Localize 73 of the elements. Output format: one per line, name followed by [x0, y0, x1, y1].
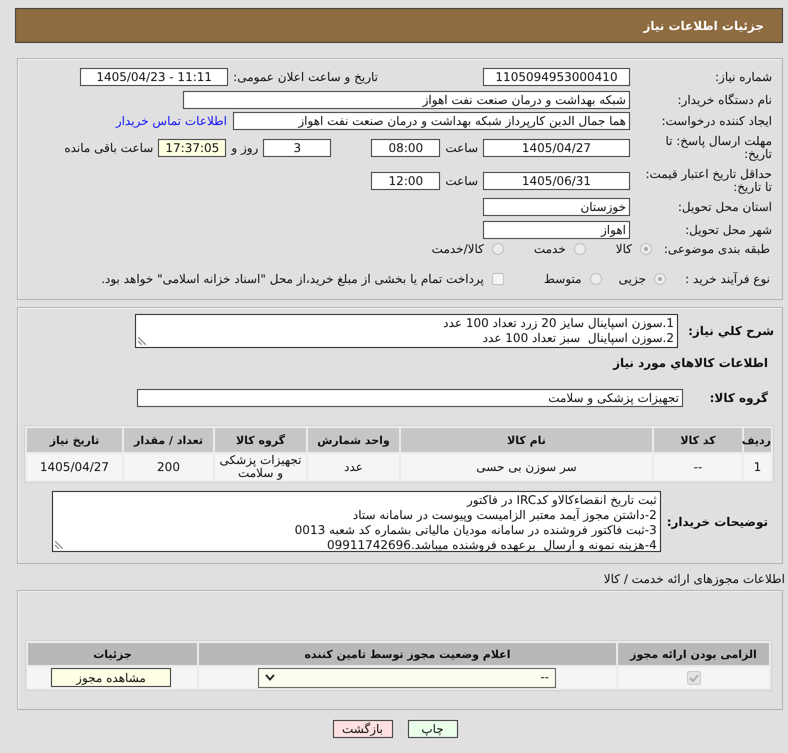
city-field[interactable]: اهواز — [483, 221, 630, 239]
field-label: ساعت — [445, 174, 478, 188]
view-permit-button[interactable]: مشاهده مجوز — [51, 668, 171, 687]
field-label: نام دستگاه خریدار: — [676, 93, 773, 107]
field-label: ایجاد کننده درخواست: — [660, 114, 773, 128]
field-label: مهلت ارسال پاسخ: تا تاریخ: — [664, 135, 773, 161]
resize-handle-icon[interactable] — [138, 337, 146, 345]
radio-button[interactable] — [492, 243, 504, 255]
print-button[interactable]: چاپ — [408, 720, 458, 738]
field-label: شماره نیاز: — [714, 70, 773, 84]
radio-label: کالا/خدمت — [432, 242, 484, 256]
need-number-field[interactable]: 1105094953000410 — [483, 68, 630, 86]
description-field[interactable]: 1.سوزن اسپاینال سایز 20 زرد تعداد 100 عدد 2.سوزن اسپاینال سبز تعداد 100 عدد — [135, 314, 678, 348]
table-cell: 200 — [124, 454, 213, 480]
table-cell: تجهیزات پزشکی و سلامت — [215, 454, 306, 480]
column-header: گروه کالا — [215, 428, 306, 452]
field-label: شهر محل تحویل: — [684, 223, 773, 237]
deadline-time-field[interactable]: 08:00 — [371, 139, 440, 157]
section-title: اطلاعات مجوزهای ارائه خدمت / کالا — [604, 572, 785, 586]
field-label: شرح کلي نياز: — [687, 324, 775, 338]
remaining-time-field[interactable]: 17:37:05 — [158, 139, 226, 157]
validity-date-field[interactable]: 1405/06/31 — [483, 172, 630, 190]
field-label: حداقل تاریخ اعتبار قیمت: تا تاریخ: — [644, 168, 773, 194]
field-label: روز و — [231, 141, 258, 155]
column-header: تعداد / مقدار — [124, 428, 213, 452]
status-dropdown[interactable]: -- — [258, 668, 556, 688]
section-title: اطلاعات كالاهاي مورد نياز — [613, 356, 768, 370]
validity-time-field[interactable]: 12:00 — [371, 172, 440, 190]
radio-label: خدمت — [534, 242, 566, 256]
radio-button[interactable] — [574, 243, 586, 255]
column-header: تاریخ نیاز — [27, 428, 122, 452]
column-header: واحد شمارش — [308, 428, 399, 452]
resize-handle-icon[interactable] — [54, 541, 63, 549]
buyer-notes-field[interactable]: ثبت تاریخ انقضاءکالاو کدIRC در فاکتور 2-داشتن مجوز آیمد معتبر الزامیست وپیوست در سامانه ستاد 3-ثبت فاکتور فروشنده در سامانه مودیان مالیاتی بشماره کد شعبه 0013 4-هزینه نمونه و ارسال برعهده فروشنده میباشد.09911742696 — [52, 491, 661, 552]
column-header: جزئیات — [28, 643, 197, 665]
radio-button[interactable] — [640, 243, 652, 255]
buyer-org-field[interactable]: شبکه بهداشت و درمان صنعت نفت اهواز — [183, 91, 630, 109]
back-button[interactable]: بازگشت — [332, 720, 392, 738]
field-label: طبقه بندی موضوعی: — [662, 242, 771, 256]
field-label: تاریخ و ساعت اعلان عمومی: — [233, 70, 378, 84]
column-header: الزامی بودن ارائه مجوز — [618, 643, 769, 665]
table-cell: 1 — [744, 454, 771, 480]
table-cell: -- — [654, 454, 742, 480]
column-header: اعلام وضعیت مجوز توسط تامین کننده — [199, 643, 616, 665]
table-cell: 1405/04/27 — [27, 454, 122, 480]
radio-label: متوسط — [544, 272, 582, 286]
days-field[interactable]: 3 — [263, 139, 332, 157]
checkbox[interactable] — [686, 670, 700, 684]
radio-label: جزیی — [618, 272, 646, 286]
column-header: کد کالا — [654, 428, 742, 452]
radio-button[interactable] — [654, 273, 666, 285]
table-cell: عدد — [308, 454, 399, 480]
field-label: ساعت — [445, 141, 478, 155]
goods-group-field[interactable]: تجهیزات پزشکی و سلامت — [137, 389, 683, 407]
announce-date-field[interactable]: 1405/04/23 - 11:11 — [80, 68, 228, 86]
chevron-down-icon — [265, 674, 275, 681]
table-cell: سر سوزن بی حسی — [401, 454, 652, 480]
province-field[interactable]: خوزستان — [483, 198, 630, 216]
radio-button[interactable] — [590, 273, 602, 285]
field-label: استان محل تحویل: — [676, 200, 773, 214]
column-header: نام کالا — [401, 428, 652, 452]
page-title: جزئیات اطلاعات نیاز — [643, 18, 764, 32]
requester-field[interactable]: هما جمال الدین کارپرداز شبکه بهداشت و درمان صنعت نفت اهواز — [233, 112, 630, 130]
field-label: نوع فرآیند خرید : — [684, 272, 771, 286]
field-label: توضیحات خریدار: — [666, 514, 769, 528]
column-header: ردیف — [744, 428, 771, 452]
deadline-date-field[interactable]: 1405/04/27 — [483, 139, 630, 157]
radio-label: کالا — [616, 242, 632, 256]
checkbox[interactable] — [492, 273, 504, 285]
field-label: ساعت باقی مانده — [64, 141, 154, 155]
buyer-contact-link[interactable]: اطلاعات تماس خریدار — [116, 114, 227, 128]
field-label: گروه کالا: — [708, 391, 769, 405]
checkbox-label: پرداخت تمام یا بخشی از مبلغ خرید،از محل "اسناد خزانه اسلامی" خواهد بود. — [101, 272, 484, 286]
